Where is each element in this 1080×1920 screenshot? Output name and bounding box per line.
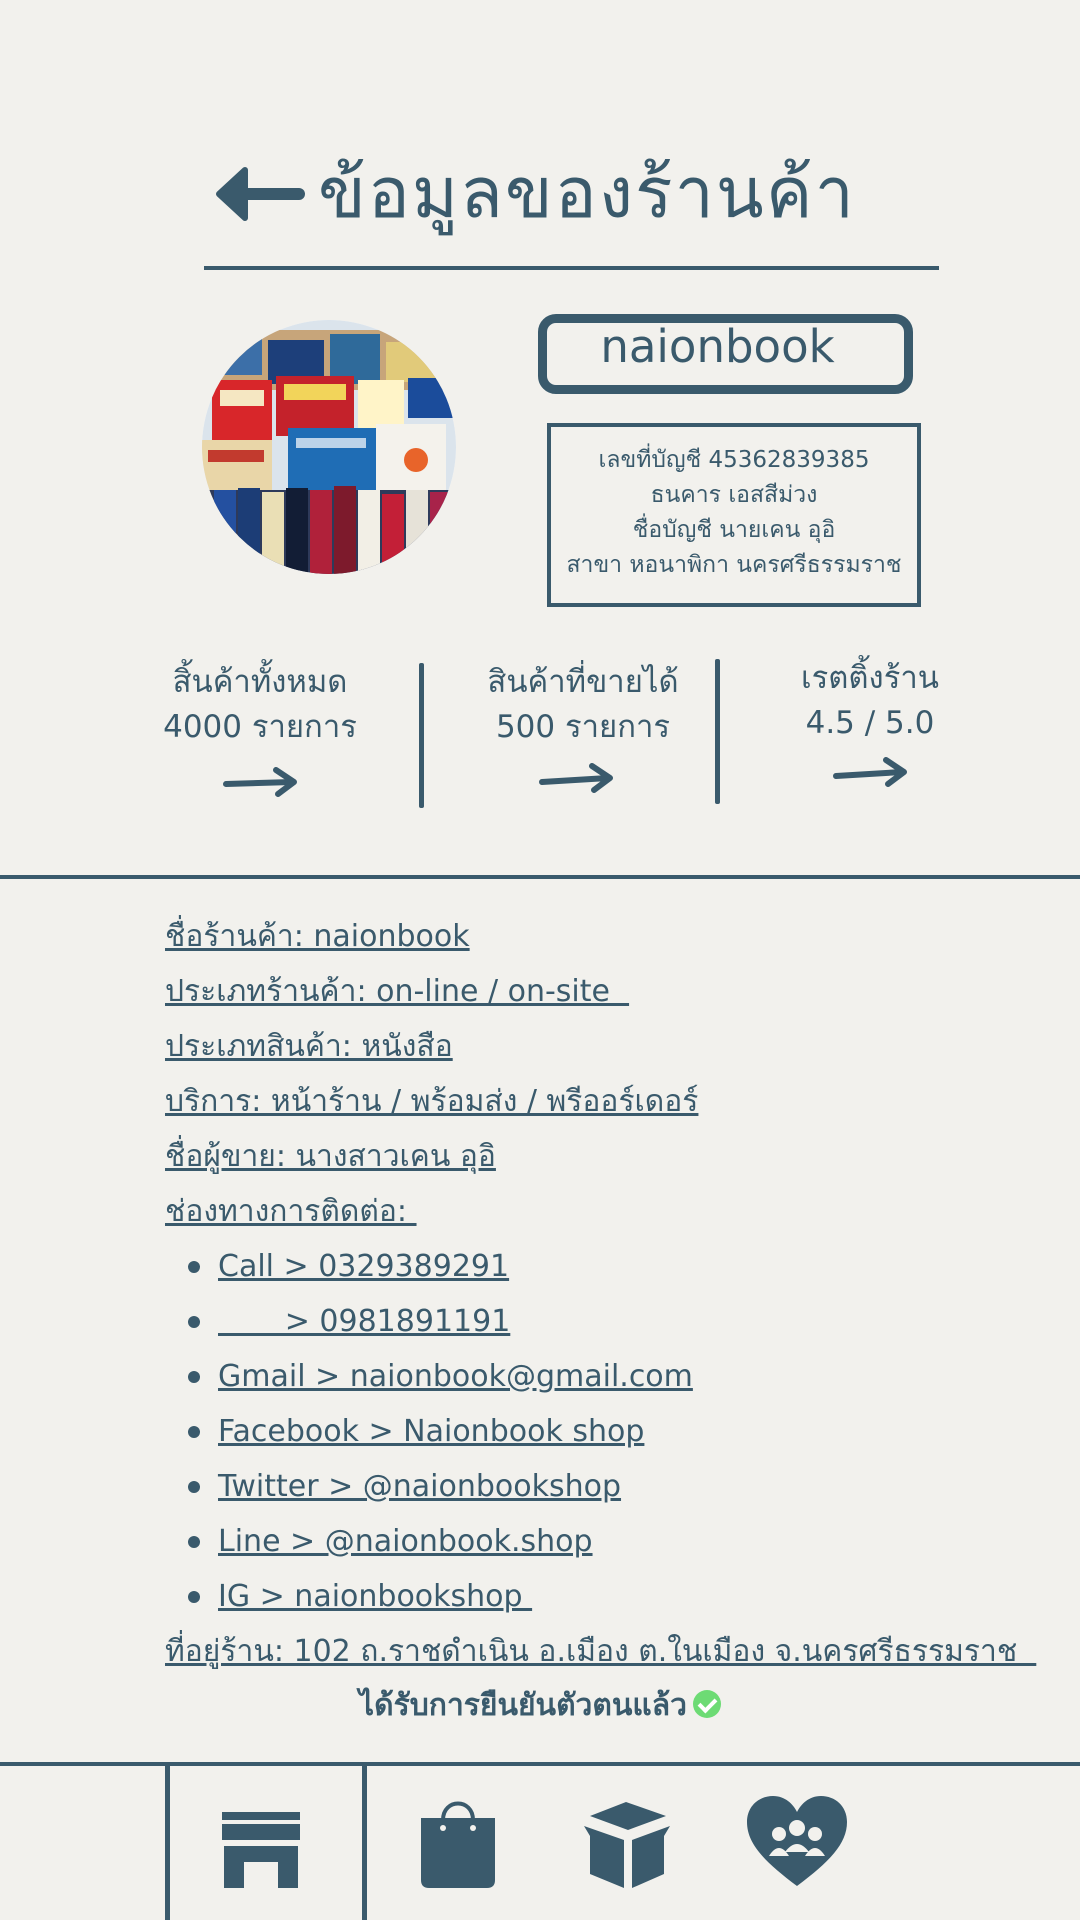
list-bullet <box>188 1316 200 1328</box>
bank-name: ธนคาร เอสสีม่วง <box>650 482 818 508</box>
store-name: naionbook <box>600 320 835 373</box>
contact-ig[interactable]: IG > naionbookshop <box>218 1577 532 1617</box>
stat-divider <box>419 663 424 808</box>
bank-branch: สาขา หอนาพิกา นครศรีธรรมราช <box>566 552 902 578</box>
info-address[interactable]: ที่อยู่ร้าน: 102 ถ.ราชดำเนิน อ.เมือง ต.ใ… <box>165 1632 1036 1672</box>
store-avatar <box>202 320 456 574</box>
info-store-type[interactable]: ประเภทร้านค้า: on-line / on-site <box>165 972 629 1012</box>
stat-label: เรตติ้งร้าน <box>801 660 939 696</box>
verified-status: ได้รับการยืนยันตัวตนแล้ว <box>0 1686 1080 1726</box>
verified-text: ได้รับการยืนยันตัวตนแล้ว <box>359 1688 687 1723</box>
check-circle-icon <box>692 1690 721 1718</box>
contact-twitter[interactable]: Twitter > @naionbookshop <box>218 1467 621 1507</box>
info-contact-heading[interactable]: ช่องทางการติดต่อ: <box>165 1192 417 1232</box>
info-store-name[interactable]: ชื่อร้านค้า: naionbook <box>165 917 470 957</box>
stat-value: 500 รายการ <box>495 709 671 745</box>
stat-value: 4.5 / 5.0 <box>805 705 935 741</box>
shopping-bag-icon[interactable] <box>415 1796 501 1890</box>
list-bullet <box>188 1426 200 1438</box>
info-product-type[interactable]: ประเภทสินค้า: หนังสือ <box>165 1027 453 1067</box>
bottom-nav-divider <box>0 1762 1080 1766</box>
stat-sold-products[interactable]: สินค้าที่ขายได้ 500 รายการ <box>483 660 683 750</box>
bank-account-name: ชื่อบัญชี นายเคน อุอิ <box>632 517 836 543</box>
store-icon[interactable] <box>218 1796 304 1890</box>
contact-call-2[interactable]: > 0981891191 <box>218 1302 511 1342</box>
info-seller[interactable]: ชื่อผู้ขาย: นางสาวเคน อุอิ <box>165 1137 496 1177</box>
nav-divider <box>165 1764 170 1920</box>
list-bullet <box>188 1591 200 1603</box>
stat-total-products[interactable]: สิ้นค้าทั้งหมด 4000 รายการ <box>160 660 360 750</box>
info-services[interactable]: บริการ: หน้าร้าน / พร้อมส่ง / พรีออร์เดอ… <box>165 1082 698 1122</box>
list-bullet <box>188 1536 200 1548</box>
stat-store-rating[interactable]: เรตติ้งร้าน 4.5 / 5.0 <box>770 656 970 746</box>
stat-label: สินค้าที่ขายได้ <box>487 664 679 700</box>
arrow-right-icon[interactable] <box>222 762 302 802</box>
list-bullet <box>188 1371 200 1383</box>
stat-value: 4000 รายการ <box>163 709 357 745</box>
box-icon[interactable] <box>580 1796 674 1890</box>
contact-gmail[interactable]: Gmail > naionbook@gmail.com <box>218 1357 693 1397</box>
contact-call-1[interactable]: Call > 0329389291 <box>218 1247 509 1287</box>
section-divider <box>0 875 1080 879</box>
stat-label: สิ้นค้าทั้งหมด <box>172 664 348 700</box>
list-bullet <box>188 1481 200 1493</box>
store-name-badge: naionbook <box>538 314 913 394</box>
contact-line[interactable]: Line > @naionbook.shop <box>218 1522 593 1562</box>
back-arrow-icon[interactable] <box>215 166 305 222</box>
nav-divider <box>362 1764 367 1920</box>
bank-account-number: เลขที่บัญชี 45362839385 <box>598 447 870 473</box>
title-divider <box>204 266 939 270</box>
page-title: ข้อมูลของร้านค้า <box>318 152 856 234</box>
arrow-right-icon[interactable] <box>832 752 912 792</box>
community-heart-icon[interactable] <box>745 1796 849 1890</box>
arrow-right-icon[interactable] <box>538 758 618 798</box>
list-bullet <box>188 1261 200 1273</box>
bank-info-box: เลขที่บัญชี 45362839385 ธนคาร เอสสีม่วง … <box>547 423 921 607</box>
stat-divider <box>715 659 720 804</box>
contact-facebook[interactable]: Facebook > Naionbook shop <box>218 1412 644 1452</box>
